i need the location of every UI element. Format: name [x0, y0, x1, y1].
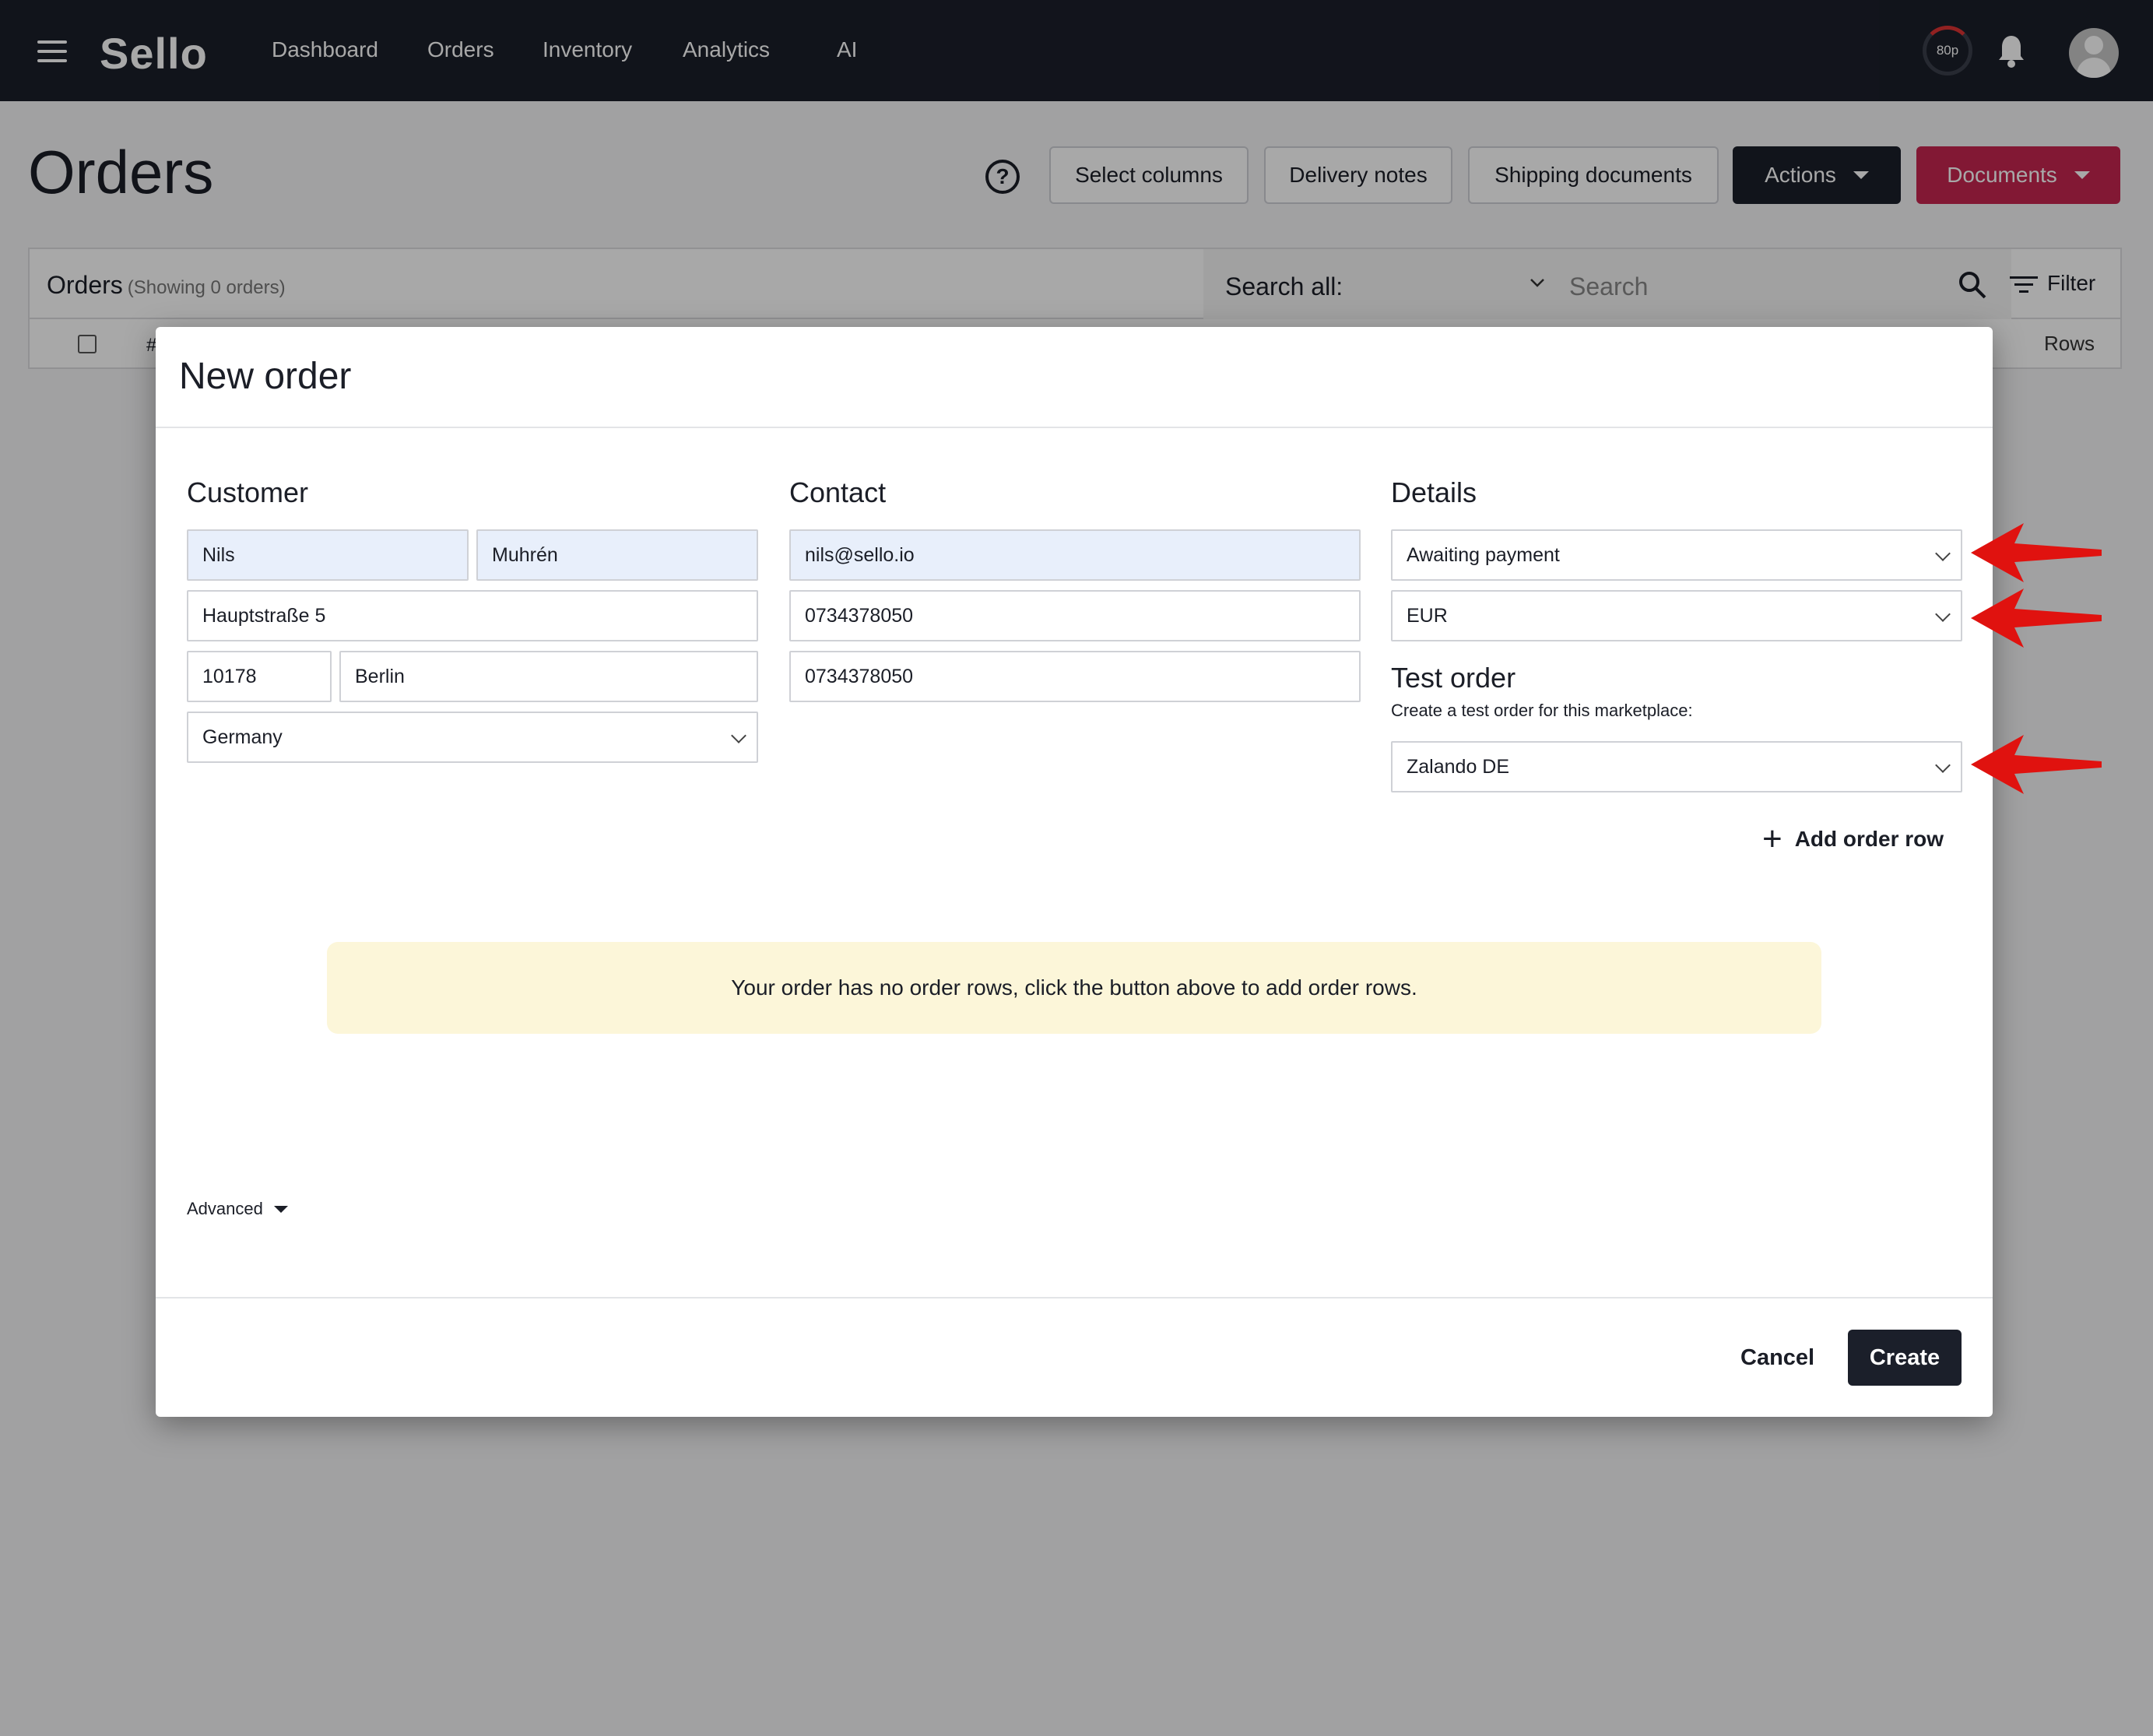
- order-status-value: Awaiting payment: [1407, 543, 1560, 566]
- empty-order-rows-notice: Your order has no order rows, click the …: [327, 942, 1821, 1034]
- marketplace-select[interactable]: Zalando DE: [1391, 741, 1962, 792]
- details-section-title: Details: [1391, 476, 1477, 508]
- city-field[interactable]: Berlin: [339, 651, 758, 702]
- modal-title: New order: [179, 356, 352, 397]
- test-order-title: Test order: [1391, 662, 1516, 694]
- caret-down-icon: [273, 1205, 288, 1213]
- chevron-down-icon: [731, 728, 746, 743]
- country-value: Germany: [202, 726, 283, 748]
- zip-field[interactable]: 10178: [187, 651, 332, 702]
- chevron-down-icon: [1935, 546, 1951, 561]
- add-order-row-label: Add order row: [1794, 827, 1944, 851]
- order-status-select[interactable]: Awaiting payment: [1391, 529, 1962, 581]
- contact-section-title: Contact: [789, 476, 887, 508]
- customer-section-title: Customer: [187, 476, 309, 508]
- test-order-subtitle: Create a test order for this marketplace…: [1391, 701, 1693, 720]
- annotation-arrow-icon: [1971, 589, 2102, 648]
- create-button[interactable]: Create: [1848, 1330, 1962, 1386]
- new-order-modal: New order Customer Contact Details Nils …: [156, 327, 1993, 1417]
- currency-value: EUR: [1407, 604, 1448, 627]
- plus-icon: +: [1762, 820, 1782, 858]
- country-select[interactable]: Germany: [187, 712, 758, 763]
- advanced-label: Advanced: [187, 1199, 263, 1218]
- last-name-field[interactable]: Muhrén: [476, 529, 758, 581]
- divider: [156, 427, 1993, 428]
- cancel-button[interactable]: Cancel: [1740, 1345, 1814, 1371]
- divider: [156, 1297, 1993, 1298]
- annotation-arrow-icon: [1971, 523, 2102, 582]
- mobile-field[interactable]: 0734378050: [789, 651, 1361, 702]
- street-field[interactable]: Hauptstraße 5: [187, 590, 758, 641]
- phone-field[interactable]: 0734378050: [789, 590, 1361, 641]
- advanced-toggle[interactable]: Advanced: [187, 1199, 288, 1219]
- first-name-field[interactable]: Nils: [187, 529, 469, 581]
- email-field[interactable]: nils@sello.io: [789, 529, 1361, 581]
- marketplace-value: Zalando DE: [1407, 755, 1510, 778]
- chevron-down-icon: [1935, 757, 1951, 773]
- add-order-row-button[interactable]: + Add order row: [1762, 822, 1944, 856]
- chevron-down-icon: [1935, 606, 1951, 622]
- annotation-arrow-icon: [1971, 735, 2102, 794]
- currency-select[interactable]: EUR: [1391, 590, 1962, 641]
